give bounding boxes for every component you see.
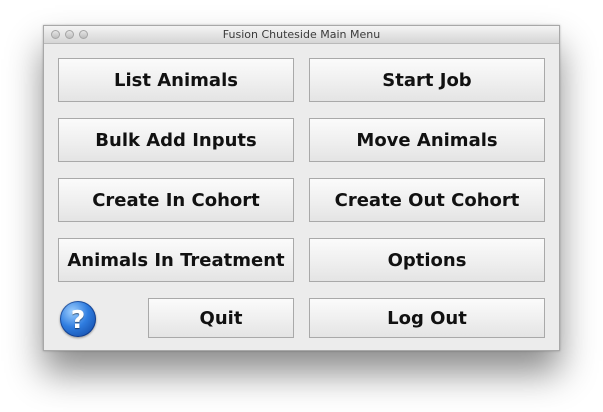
create-in-cohort-button[interactable]: Create In Cohort — [58, 178, 294, 222]
log-out-button[interactable]: Log Out — [309, 298, 545, 338]
create-out-cohort-button[interactable]: Create Out Cohort — [309, 178, 545, 222]
quit-button[interactable]: Quit — [148, 298, 294, 338]
start-job-button[interactable]: Start Job — [309, 58, 545, 102]
question-mark-glyph: ? — [70, 304, 86, 334]
help-question-icon[interactable]: ? — [60, 301, 96, 337]
main-menu-window: Fusion Chuteside Main Menu List Animals … — [43, 25, 560, 351]
list-animals-button[interactable]: List Animals — [58, 58, 294, 102]
move-animals-button[interactable]: Move Animals — [309, 118, 545, 162]
window-title: Fusion Chuteside Main Menu — [222, 28, 381, 41]
options-button[interactable]: Options — [309, 238, 545, 282]
title-bar[interactable]: Fusion Chuteside Main Menu — [44, 26, 559, 44]
bulk-add-inputs-button[interactable]: Bulk Add Inputs — [58, 118, 294, 162]
animals-in-treatment-button[interactable]: Animals In Treatment — [58, 238, 294, 282]
